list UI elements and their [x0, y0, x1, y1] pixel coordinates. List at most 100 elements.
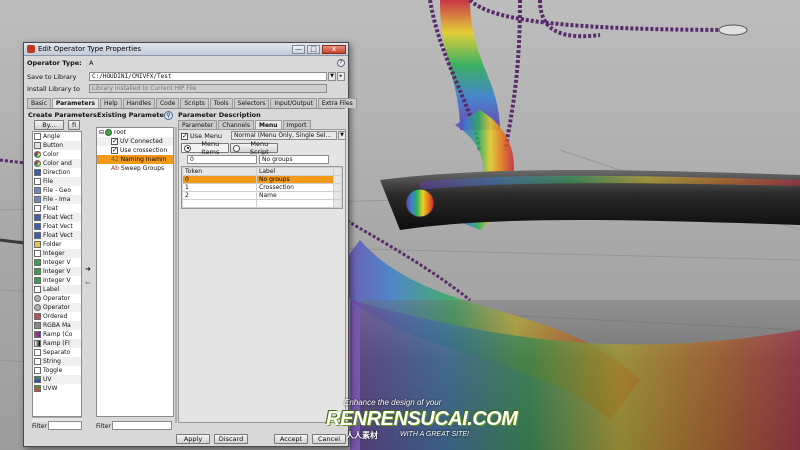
tree-expand-icon[interactable]: ⊟	[99, 128, 104, 137]
create-parameter-item[interactable]: Operator	[33, 294, 81, 303]
menu-items-radio[interactable]: Menu Items	[181, 140, 229, 156]
table-row[interactable]: 2 Name	[182, 191, 342, 200]
tab-basic[interactable]: Basic	[27, 98, 51, 108]
tab-code[interactable]: Code	[155, 98, 180, 108]
discard-button[interactable]: Discard	[214, 434, 248, 444]
save-library-dropdown-icon[interactable]: ▼	[328, 72, 336, 81]
create-parameter-item[interactable]: File	[33, 177, 81, 186]
table-row[interactable]	[182, 199, 342, 208]
pane-splitter[interactable]	[175, 127, 177, 423]
tab-handles[interactable]: Handles	[122, 98, 155, 108]
token-cell[interactable]: 1	[182, 183, 257, 192]
create-parameter-item[interactable]: Integer V	[33, 276, 81, 285]
create-parameter-item[interactable]: File - Ima	[33, 195, 81, 204]
edit-operator-type-dialog[interactable]: Edit Operator Type Properties — □ x Oper…	[23, 42, 357, 447]
maximize-button[interactable]: □	[307, 44, 320, 54]
create-parameter-item[interactable]: Ramp (Fl	[33, 339, 81, 348]
default-token-field[interactable]: 0	[187, 155, 257, 164]
close-button[interactable]: x	[322, 44, 346, 54]
create-parameter-item[interactable]: Label	[33, 285, 81, 294]
create-parameter-item[interactable]: Direction	[33, 168, 81, 177]
create-parameter-item[interactable]: Angle	[33, 132, 81, 141]
create-parameter-item[interactable]: Ordered	[33, 312, 81, 321]
create-parameter-label: File - Geo	[43, 187, 72, 194]
tab-scripts[interactable]: Scripts	[180, 98, 209, 108]
label-cell[interactable]: No groups	[256, 175, 334, 184]
create-parameter-item[interactable]: UVW	[33, 384, 81, 393]
tree-item[interactable]: Ab Sweep Groups	[97, 164, 173, 173]
tab-selectors[interactable]: Selectors	[233, 98, 270, 108]
create-parameter-item[interactable]: Float Vect	[33, 231, 81, 240]
save-to-library-field[interactable]: C:/HOUDINI/CMIVFX/Test	[89, 72, 327, 81]
sort-by-button[interactable]: By...	[34, 120, 64, 130]
tab-input-output[interactable]: Input/Output	[270, 98, 317, 108]
menu-items-table[interactable]: Token Label 0 No groups 1 Crossection 2 …	[181, 166, 343, 209]
create-parameter-item[interactable]: Color and	[33, 159, 81, 168]
token-cell[interactable]	[182, 199, 257, 208]
use-menu-toggle[interactable]: Use Menu	[181, 132, 222, 140]
create-parameter-item[interactable]: Float	[33, 204, 81, 213]
create-parameter-item[interactable]: File - Geo	[33, 186, 81, 195]
create-filter-input[interactable]	[48, 421, 82, 430]
label-cell[interactable]: Crossection	[256, 183, 334, 192]
arrow-right-icon[interactable]: ➜	[85, 265, 91, 273]
tab-tools[interactable]: Tools	[209, 98, 233, 108]
create-parameter-item[interactable]: Integer V	[33, 258, 81, 267]
tree-root[interactable]: ⊟ root	[97, 128, 173, 137]
help-icon[interactable]: ?	[337, 59, 345, 67]
create-parameter-item[interactable]: UV	[33, 375, 81, 384]
accept-button[interactable]: Accept	[274, 434, 308, 444]
tree-item[interactable]: Use crossection	[97, 146, 173, 155]
create-parameter-item[interactable]: Integer	[33, 249, 81, 258]
label-cell[interactable]	[256, 199, 334, 208]
token-cell[interactable]: 0	[182, 175, 257, 184]
menu-type-select[interactable]: Normal (Menu Only, Single Sel...	[231, 131, 337, 140]
existing-filter-input[interactable]	[112, 421, 172, 430]
create-parameter-item[interactable]: Ramp (Co	[33, 330, 81, 339]
tab-import[interactable]: Import	[282, 120, 311, 129]
existing-parameters-title: Existing Parameters	[97, 111, 171, 119]
search-icon[interactable]: ⚲	[164, 111, 173, 120]
create-parameter-item[interactable]: Operator	[33, 303, 81, 312]
arrow-left-icon[interactable]: ⇐	[85, 279, 91, 287]
separator-icon	[34, 349, 41, 356]
create-parameter-item[interactable]: Folder	[33, 240, 81, 249]
tab-channels[interactable]: Channels	[218, 120, 254, 129]
tree-item[interactable]: UV Connected	[97, 137, 173, 146]
float-vector-icon	[34, 214, 41, 221]
create-parameter-item[interactable]: Color	[33, 150, 81, 159]
create-parameter-item[interactable]: String	[33, 357, 81, 366]
filter-options-icon[interactable]: fi	[68, 120, 80, 130]
apply-button[interactable]: Apply	[176, 434, 210, 444]
root-folder-icon	[105, 129, 113, 136]
create-parameter-item[interactable]: RGBA Ma	[33, 321, 81, 330]
tab-help[interactable]: Help	[99, 98, 122, 108]
dialog-titlebar[interactable]: Edit Operator Type Properties — □ x	[24, 43, 348, 56]
create-parameters-list[interactable]: Angle Button Color Color and Direction File Fi…	[32, 131, 82, 417]
table-row[interactable]: 0 No groups	[182, 175, 342, 184]
tab-extra-files[interactable]: Extra Files	[317, 98, 357, 108]
tab-menu[interactable]: Menu	[254, 120, 282, 129]
existing-parameters-tree[interactable]: ⊟ root UV Connected Use crossection 42 N…	[96, 127, 174, 417]
table-row[interactable]: 1 Crossection	[182, 183, 342, 192]
default-label-field[interactable]: No groups	[259, 155, 329, 164]
create-parameter-item[interactable]: Float Vect	[33, 213, 81, 222]
menu-tab-panel: Use Menu Normal (Menu Only, Single Sel..…	[178, 129, 346, 423]
create-parameter-item[interactable]: Toggle	[33, 366, 81, 375]
create-parameter-item[interactable]: Button	[33, 141, 81, 150]
use-menu-checkbox[interactable]	[181, 132, 188, 140]
token-cell[interactable]: 2	[182, 191, 257, 200]
tree-item-selected[interactable]: 42 Naming Inamin	[97, 155, 173, 164]
create-parameter-item[interactable]: Separato	[33, 348, 81, 357]
tab-parameters[interactable]: Parameters	[51, 98, 99, 108]
create-parameter-item[interactable]: Integer V	[33, 267, 81, 276]
menu-type-dropdown-icon[interactable]: ▼	[338, 131, 346, 140]
operator-icon	[34, 304, 41, 311]
label-cell[interactable]: Name	[256, 191, 334, 200]
browse-file-icon[interactable]: ▸	[337, 72, 345, 81]
minimize-button[interactable]: —	[292, 44, 305, 54]
menu-script-radio[interactable]: Menu Script	[230, 140, 278, 156]
tab-parameter[interactable]: Parameter	[178, 120, 218, 129]
houdini-app-icon	[27, 45, 35, 53]
create-parameter-item[interactable]: Float Vect	[33, 222, 81, 231]
